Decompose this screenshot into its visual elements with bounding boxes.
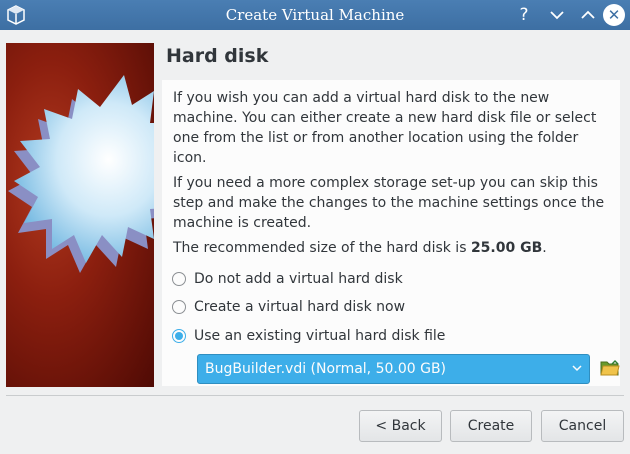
maximize-button[interactable] <box>577 4 599 26</box>
radio-label: Use an existing virtual hard disk file <box>194 328 446 344</box>
chevron-down-icon <box>550 11 564 20</box>
storage-text: If you need a more complex storage set-u… <box>173 175 605 231</box>
radio-create-disk[interactable]: Create a virtual hard disk now <box>172 296 405 318</box>
close-button[interactable]: ✕ <box>603 4 625 26</box>
chevron-up-icon <box>581 10 595 19</box>
wizard-content: If you wish you can add a virtual hard d… <box>162 80 620 386</box>
disk-select-value: BugBuilder.vdi (Normal, 50.00 GB) <box>205 361 447 377</box>
window-title: Create Virtual Machine <box>225 6 405 24</box>
radio-existing-disk[interactable]: Use an existing virtual hard disk file <box>172 325 445 347</box>
recommended-size-text: The recommended size of the hard disk is… <box>173 240 547 256</box>
starburst-disk-icon <box>8 75 154 273</box>
radio-button[interactable] <box>172 272 186 286</box>
folder-open-icon[interactable] <box>600 359 620 377</box>
wizard-side-image <box>6 43 154 387</box>
radio-button[interactable] <box>172 329 186 343</box>
cancel-button[interactable]: Cancel <box>541 410 624 442</box>
minimize-button[interactable] <box>546 4 568 26</box>
divider <box>6 395 624 396</box>
radio-label: Create a virtual hard disk now <box>194 299 406 315</box>
recommended-size-value: 25.00 GB <box>470 240 543 256</box>
disk-select-combobox[interactable]: BugBuilder.vdi (Normal, 50.00 GB) <box>197 354 590 384</box>
chevron-down-icon <box>572 365 582 372</box>
radio-no-disk[interactable]: Do not add a virtual hard disk <box>172 268 403 290</box>
page-title: Hard disk <box>166 45 269 67</box>
back-button[interactable]: < Back <box>359 410 442 442</box>
radio-button[interactable] <box>172 300 186 314</box>
help-button[interactable]: ? <box>513 4 535 26</box>
intro-text: If you wish you can add a virtual hard d… <box>173 90 597 166</box>
title-bar: Create Virtual Machine ? ✕ <box>0 0 630 30</box>
radio-label: Do not add a virtual hard disk <box>194 271 403 287</box>
create-button[interactable]: Create <box>450 410 532 442</box>
